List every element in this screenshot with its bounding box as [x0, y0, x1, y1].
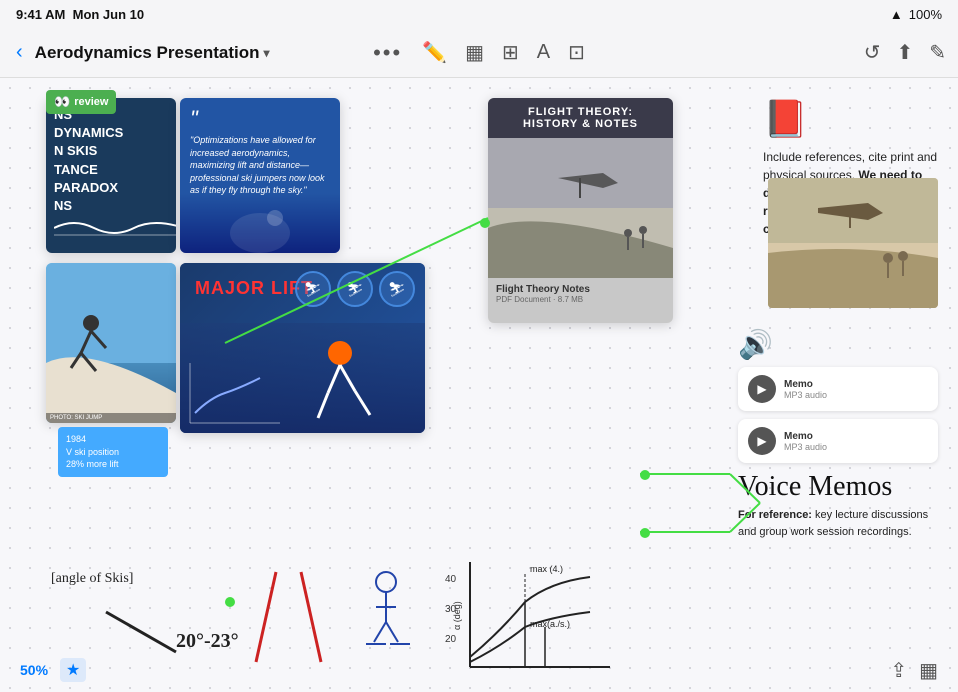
memo-2-info: Memo MP3 audio [784, 431, 827, 452]
book-icon: 📕 [763, 98, 938, 140]
card2-content: " "Optimizations have allowed for increa… [180, 98, 340, 207]
connector-dot-card4 [225, 597, 235, 607]
connector-dot-memo1 [640, 470, 650, 480]
speaker-icon: 🔊 [738, 328, 938, 361]
favorite-button[interactable]: ★ [60, 658, 86, 682]
flight-card-footer: Flight Theory Notes PDF Document · 8.7 M… [488, 278, 673, 310]
memo-2-type: MP3 audio [784, 442, 827, 452]
bottom-right-tools: ⇪ ▦ [890, 658, 938, 683]
canvas-area[interactable]: 👀 review NS DYNAMICS N SKIS TANCE PARADO… [0, 78, 958, 692]
back-button[interactable]: ‹ [12, 37, 27, 68]
svg-text:[angle of Skis]: [angle of Skis] [51, 571, 133, 586]
share-icon[interactable]: ⬆ [896, 40, 913, 65]
play-button-1[interactable]: ▶ [748, 375, 776, 403]
flight-card-title: FLIGHT THEORY:HISTORY & NOTES [488, 98, 673, 138]
review-label: 👀 review [46, 90, 116, 114]
bottom-left-tools: 50% ★ [20, 658, 86, 682]
grid-bottom-icon[interactable]: ▦ [919, 658, 938, 683]
card1-content: NS DYNAMICS N SKIS TANCE PARADOX NS [46, 98, 176, 223]
svg-text:40: 40 [445, 574, 457, 585]
title-chevron-icon: ▾ [264, 46, 270, 60]
card3-label: PHOTO: SKI JUMP [46, 413, 176, 423]
memo-1-type: MP3 audio [784, 390, 827, 400]
voice-memos-title: Voice Memos [738, 471, 938, 503]
wifi-icon: ▲ [890, 7, 903, 22]
memo-1-info: Memo MP3 audio [784, 379, 827, 400]
play-button-2[interactable]: ▶ [748, 427, 776, 455]
ski-photo-content [46, 263, 176, 423]
ski-jump-photo-card[interactable]: PHOTO: SKI JUMP [46, 263, 176, 423]
layers-icon[interactable]: ⊞ [502, 40, 519, 65]
status-icons: ▲ 100% [890, 7, 942, 22]
info-year: 1984 [66, 433, 160, 446]
voice-memos-description: For reference: key lecture discussions a… [738, 507, 938, 540]
toolbar-tools: ✏️ ▦ ⊞ A ⊡ [422, 40, 585, 65]
svg-text:20: 20 [445, 634, 457, 645]
card4-content: MAJOR LIFT ⛷ ⛷ ⛷ [180, 263, 425, 433]
bottom-toolbar: 50% ★ ⇪ ▦ [0, 648, 958, 692]
toolbar-right-actions: ↺ ⬆ ✎ [864, 40, 946, 65]
text-tool-icon[interactable]: A [537, 41, 550, 64]
edit-icon[interactable]: ✎ [929, 40, 946, 65]
svg-text:α (deg): α (deg) [452, 601, 462, 630]
zoom-level[interactable]: 50% [20, 662, 48, 678]
quote-text: "Optimizations have allowed for increase… [190, 135, 325, 195]
battery-icon: 100% [909, 7, 942, 22]
memo-2-title: Memo [784, 431, 827, 442]
memo-1-title: Memo [784, 379, 827, 390]
memo-item-1[interactable]: ▶ Memo MP3 audio [738, 367, 938, 411]
undo-icon[interactable]: ↺ [864, 40, 881, 65]
connector-dot-memo2 [640, 528, 650, 538]
info-box-1984: 1984 V ski position 28% more lift [58, 427, 168, 477]
svg-text:max (4.): max (4.) [530, 564, 563, 574]
toolbar: ‹ Aerodynamics Presentation ▾ ••• ✏️ ▦ ⊞… [0, 28, 958, 78]
voice-memos-section: 🔊 ▶ Memo MP3 audio ▶ Memo MP3 audio Voic… [738, 328, 938, 540]
aerodynamics-slide-card[interactable]: NS DYNAMICS N SKIS TANCE PARADOX NS [46, 98, 176, 253]
grid-view-icon[interactable]: ▦ [465, 40, 484, 65]
pencil-tool-icon[interactable]: ✏️ [422, 40, 447, 65]
connector-dot-flight [480, 218, 490, 228]
flight-theory-card[interactable]: FLIGHT THEORY:HISTORY & NOTES [488, 98, 673, 323]
quote-slide-card[interactable]: " "Optimizations have allowed for increa… [180, 98, 340, 253]
info-position: V ski position [66, 446, 160, 459]
flight-card-content: FLIGHT THEORY:HISTORY & NOTES [488, 98, 673, 323]
historical-glider-photo [768, 178, 938, 308]
skier-circles: ⛷ ⛷ ⛷ [295, 271, 415, 307]
quote-mark: " [190, 108, 330, 130]
status-time: 9:41 AM Mon Jun 10 [16, 7, 144, 22]
more-options[interactable]: ••• [373, 40, 402, 66]
flight-card-image [488, 138, 673, 278]
memo-item-2[interactable]: ▶ Memo MP3 audio [738, 419, 938, 463]
toolbar-center-tools: ••• ✏️ ▦ ⊞ A ⊡ [373, 40, 585, 66]
image-tool-icon[interactable]: ⊡ [568, 40, 585, 65]
major-lift-card[interactable]: MAJOR LIFT ⛷ ⛷ ⛷ [180, 263, 425, 433]
eyes-icon: 👀 [54, 94, 70, 110]
info-lift: 28% more lift [66, 458, 160, 471]
status-bar: 9:41 AM Mon Jun 10 ▲ 100% [0, 0, 958, 28]
voice-desc-bold: For reference: [738, 509, 812, 521]
share-bottom-icon[interactable]: ⇪ [890, 658, 907, 683]
